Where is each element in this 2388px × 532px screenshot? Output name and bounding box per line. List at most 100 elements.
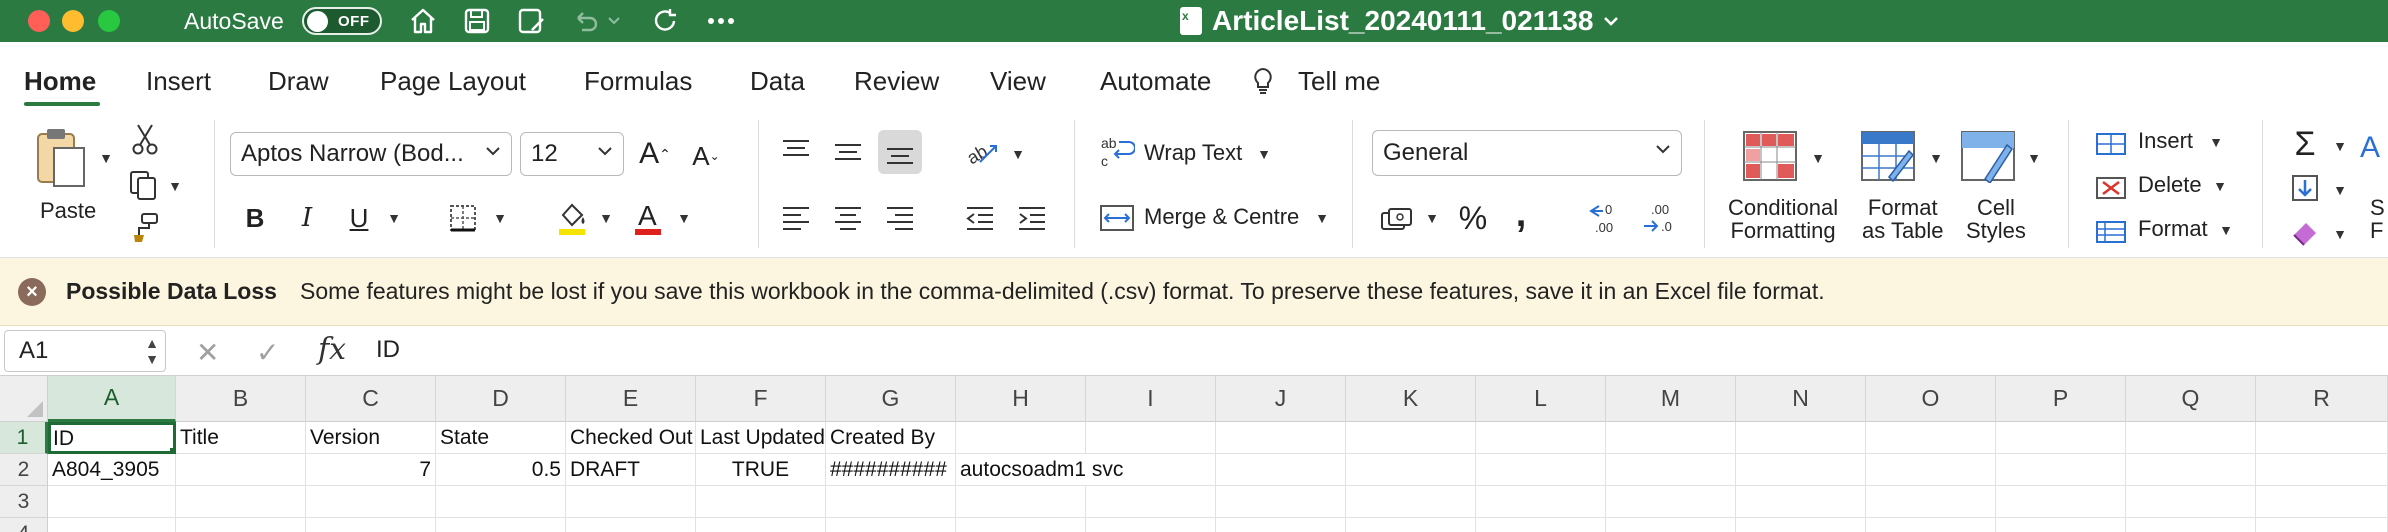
cell-j3[interactable] xyxy=(1216,486,1346,518)
increase-indent-icon[interactable] xyxy=(1014,198,1050,238)
orientation-dropdown-icon[interactable]: ▼ xyxy=(1008,142,1028,166)
cell-i4[interactable] xyxy=(1086,518,1216,532)
delete-cells-icon[interactable] xyxy=(2094,172,2128,204)
align-center-icon[interactable] xyxy=(830,198,866,238)
cell-h4[interactable] xyxy=(956,518,1086,532)
percent-style-button[interactable]: % xyxy=(1454,198,1492,238)
underline-button[interactable]: U xyxy=(344,200,374,236)
column-header-c[interactable]: C xyxy=(306,376,436,422)
tab-automate[interactable]: Automate xyxy=(1100,66,1211,97)
cell-e3[interactable] xyxy=(566,486,696,518)
cell-n1[interactable] xyxy=(1736,422,1866,454)
name-box-stepper-icon[interactable]: ▲ ▼ xyxy=(145,335,159,367)
autosave-toggle[interactable]: OFF xyxy=(302,7,382,35)
clear-icon[interactable] xyxy=(2288,214,2322,250)
cell-q1[interactable] xyxy=(2126,422,2256,454)
column-header-g[interactable]: G xyxy=(826,376,956,422)
column-header-o[interactable]: O xyxy=(1866,376,1996,422)
merge-centre-icon[interactable] xyxy=(1098,200,1136,236)
column-header-n[interactable]: N xyxy=(1736,376,1866,422)
cell-p1[interactable] xyxy=(1996,422,2126,454)
row-header-1[interactable]: 1 xyxy=(0,422,48,454)
cancel-formula-icon[interactable]: ✕ xyxy=(196,336,219,369)
row-header-3[interactable]: 3 xyxy=(0,486,48,518)
cell-e1[interactable]: Checked Out xyxy=(566,422,696,454)
borders-dropdown-icon[interactable]: ▼ xyxy=(490,206,510,230)
bold-button[interactable]: B xyxy=(240,200,270,236)
row-header-4[interactable]: 4 xyxy=(0,518,48,532)
cell-d2[interactable]: 0.5 xyxy=(436,454,566,486)
cell-l4[interactable] xyxy=(1476,518,1606,532)
format-table-dropdown-icon[interactable]: ▼ xyxy=(1926,146,1946,170)
comma-style-button[interactable]: , xyxy=(1506,193,1536,235)
wrap-text-dropdown-icon[interactable]: ▼ xyxy=(1254,142,1274,166)
cell-n3[interactable] xyxy=(1736,486,1866,518)
cell-f1[interactable]: Last Updated xyxy=(696,422,826,454)
formula-input[interactable]: ID xyxy=(376,336,400,364)
merge-centre-label[interactable]: Merge & Centre xyxy=(1144,204,1299,230)
cell-q4[interactable] xyxy=(2126,518,2256,532)
cell-f4[interactable] xyxy=(696,518,826,532)
increase-decimal-icon[interactable]: 0.00 xyxy=(1586,198,1626,238)
dismiss-message-icon[interactable]: × xyxy=(18,278,46,306)
tab-insert[interactable]: Insert xyxy=(146,66,211,97)
align-bottom-icon[interactable] xyxy=(878,130,922,174)
save-as-icon[interactable] xyxy=(514,4,548,38)
column-header-e[interactable]: E xyxy=(566,376,696,422)
cell-styles-label[interactable]: Cell Styles xyxy=(1966,196,2026,242)
cell-h2[interactable]: autocsoadm1 svc xyxy=(956,454,1123,486)
cell-g3[interactable] xyxy=(826,486,956,518)
cell-l2[interactable] xyxy=(1476,454,1606,486)
cell-b3[interactable] xyxy=(176,486,306,518)
italic-button[interactable]: I xyxy=(292,200,322,236)
cell-i3[interactable] xyxy=(1086,486,1216,518)
column-header-q[interactable]: Q xyxy=(2126,376,2256,422)
copy-dropdown-icon[interactable]: ▼ xyxy=(166,176,184,196)
format-dropdown-icon[interactable]: ▼ xyxy=(2216,218,2236,242)
cell-o2[interactable] xyxy=(1866,454,1996,486)
font-color-dropdown-icon[interactable]: ▼ xyxy=(674,206,694,230)
cell-j2[interactable] xyxy=(1216,454,1346,486)
autosum-dropdown-icon[interactable]: ▼ xyxy=(2330,134,2350,158)
autosum-icon[interactable]: Σ xyxy=(2288,124,2322,164)
cell-m3[interactable] xyxy=(1606,486,1736,518)
cell-q2[interactable] xyxy=(2126,454,2256,486)
insert-label[interactable]: Insert xyxy=(2138,128,2193,154)
cell-c4[interactable] xyxy=(306,518,436,532)
cell-l3[interactable] xyxy=(1476,486,1606,518)
undo-icon[interactable] xyxy=(568,4,602,38)
format-cells-icon[interactable] xyxy=(2094,216,2128,248)
font-color-icon[interactable]: A xyxy=(630,198,666,238)
cell-a1[interactable]: ID xyxy=(48,422,176,454)
align-middle-icon[interactable] xyxy=(830,134,866,170)
cell-k1[interactable] xyxy=(1346,422,1476,454)
insert-function-icon[interactable]: fx xyxy=(318,332,346,367)
column-header-h[interactable]: H xyxy=(956,376,1086,422)
align-left-icon[interactable] xyxy=(778,198,814,238)
insert-dropdown-icon[interactable]: ▼ xyxy=(2206,130,2226,154)
undo-dropdown-icon[interactable] xyxy=(604,4,624,38)
fill-icon[interactable] xyxy=(2288,170,2322,206)
cell-a4[interactable] xyxy=(48,518,176,532)
delete-dropdown-icon[interactable]: ▼ xyxy=(2210,174,2230,198)
format-as-table-label[interactable]: Format as Table xyxy=(1862,196,1944,242)
cell-l1[interactable] xyxy=(1476,422,1606,454)
sort-filter-icon[interactable]: A xyxy=(2360,128,2388,168)
cell-styles-icon[interactable] xyxy=(1958,128,2018,184)
tab-tell-me[interactable]: Tell me xyxy=(1298,66,1380,97)
align-right-icon[interactable] xyxy=(882,198,918,238)
text-orientation-icon[interactable]: ab xyxy=(962,132,1002,172)
cell-a2[interactable]: A804_3905 xyxy=(48,454,176,486)
fill-color-dropdown-icon[interactable]: ▼ xyxy=(596,206,616,230)
column-header-m[interactable]: M xyxy=(1606,376,1736,422)
insert-cells-icon[interactable] xyxy=(2094,128,2128,160)
cell-b4[interactable] xyxy=(176,518,306,532)
cell-f3[interactable] xyxy=(696,486,826,518)
cell-e2[interactable]: DRAFT xyxy=(566,454,696,486)
cell-n2[interactable] xyxy=(1736,454,1866,486)
cell-b2[interactable] xyxy=(176,454,306,486)
column-header-k[interactable]: K xyxy=(1346,376,1476,422)
tab-draw[interactable]: Draw xyxy=(268,66,329,97)
tab-data[interactable]: Data xyxy=(750,66,805,97)
number-format-dropdown[interactable]: General xyxy=(1372,130,1682,176)
